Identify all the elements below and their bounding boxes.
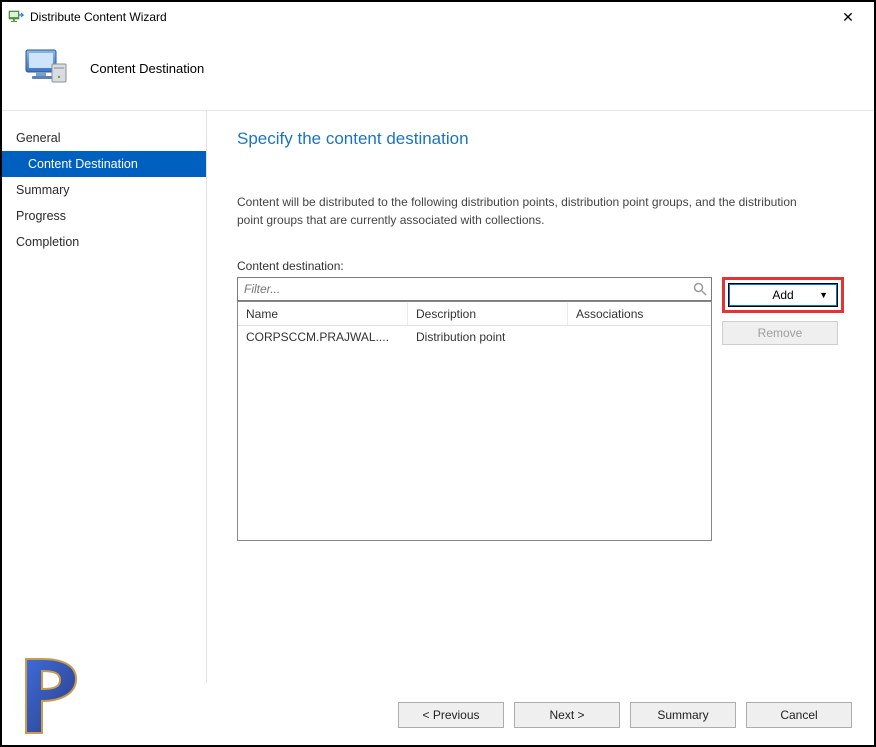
sidebar-item-completion[interactable]: Completion	[2, 229, 206, 255]
destination-row: Name Description Associations CORPSCCM.P…	[237, 277, 844, 541]
footer-buttons: < Previous Next > Summary Cancel	[2, 685, 874, 745]
sidebar-item-progress[interactable]: Progress	[2, 203, 206, 229]
table-column: Name Description Associations CORPSCCM.P…	[237, 277, 712, 541]
sidebar: General Content Destination Summary Prog…	[2, 111, 206, 683]
table-header: Name Description Associations	[238, 302, 711, 326]
page-title: Content Destination	[90, 61, 204, 76]
summary-button[interactable]: Summary	[630, 702, 736, 728]
add-button[interactable]: Add ▼	[729, 284, 837, 306]
search-icon	[692, 281, 708, 297]
chevron-down-icon: ▼	[819, 290, 828, 300]
computer-icon	[22, 44, 70, 92]
remove-button: Remove	[722, 321, 838, 345]
description-text: Content will be distributed to the follo…	[237, 193, 817, 229]
cancel-button[interactable]: Cancel	[746, 702, 852, 728]
titlebar: Distribute Content Wizard ✕	[2, 2, 874, 32]
cell-name: CORPSCCM.PRAJWAL....	[238, 328, 408, 346]
window-title: Distribute Content Wizard	[30, 10, 828, 24]
filter-input[interactable]	[237, 277, 712, 301]
close-icon: ✕	[842, 9, 854, 26]
sidebar-item-summary[interactable]: Summary	[2, 177, 206, 203]
column-name[interactable]: Name	[238, 303, 408, 325]
sidebar-item-label: Completion	[16, 235, 79, 249]
sidebar-item-content-destination[interactable]: Content Destination	[2, 151, 206, 177]
sidebar-item-label: Content Destination	[28, 157, 138, 171]
column-associations[interactable]: Associations	[568, 303, 711, 325]
cell-associations	[568, 335, 711, 339]
close-button[interactable]: ✕	[828, 3, 868, 31]
sidebar-item-general[interactable]: General	[2, 125, 206, 151]
destination-table: Name Description Associations CORPSCCM.P…	[237, 301, 712, 541]
content-destination-label: Content destination:	[237, 259, 844, 273]
previous-button[interactable]: < Previous	[398, 702, 504, 728]
sidebar-item-label: Progress	[16, 209, 66, 223]
column-description[interactable]: Description	[408, 303, 568, 325]
side-buttons: Add ▼ Remove	[722, 277, 844, 345]
sidebar-item-label: Summary	[16, 183, 69, 197]
header-band: Content Destination	[2, 32, 874, 110]
table-row[interactable]: CORPSCCM.PRAJWAL.... Distribution point	[238, 326, 711, 348]
filter-wrap	[237, 277, 712, 301]
cell-description: Distribution point	[408, 328, 568, 346]
add-button-label: Add	[772, 288, 793, 302]
main-area: General Content Destination Summary Prog…	[2, 111, 874, 683]
next-button[interactable]: Next >	[514, 702, 620, 728]
add-highlight: Add ▼	[722, 277, 844, 313]
app-icon	[8, 9, 24, 25]
content-pane: Specify the content destination Content …	[207, 111, 874, 683]
sidebar-item-label: General	[16, 131, 60, 145]
section-title: Specify the content destination	[237, 129, 844, 149]
